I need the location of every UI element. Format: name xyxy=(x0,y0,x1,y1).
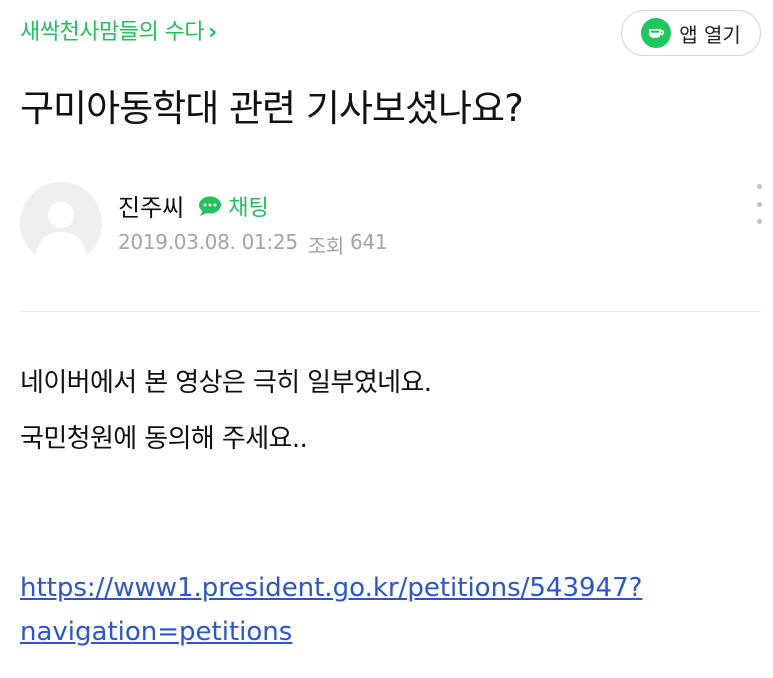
open-app-label: 앱 열기 xyxy=(679,22,741,47)
petition-link-line-1: https://www1.president.go.kr/petitions/5… xyxy=(20,573,643,603)
post-body-line-1: 네이버에서 본 영상은 극히 일부였네요. xyxy=(20,368,432,398)
petition-link-line-2: navigation=petitions xyxy=(20,617,293,647)
views-count: 641 xyxy=(349,230,388,254)
more-icon xyxy=(756,184,762,189)
views-label: 조회 xyxy=(307,234,345,258)
post-body-line-2: 국민청원에 동의해 주세요.. xyxy=(20,424,308,454)
cafe-name-link[interactable]: 새싹천사맘들의 수다 › xyxy=(20,14,217,46)
petition-link[interactable]: https://www1.president.go.kr/petitions/5… xyxy=(20,566,765,654)
divider xyxy=(20,311,761,312)
author-row: 진주씨 채팅 xyxy=(118,188,269,223)
chevron-right-icon: › xyxy=(208,20,217,45)
cafe-name: 새싹천사맘들의 수다 xyxy=(20,20,205,45)
post-date: 2019.03.08. 01:25 xyxy=(118,230,298,254)
avatar-placeholder-icon xyxy=(35,202,87,264)
author-name[interactable]: 진주씨 xyxy=(118,188,184,223)
chat-button[interactable]: 채팅 xyxy=(198,190,269,222)
chat-icon xyxy=(199,196,222,216)
app-icon xyxy=(641,18,672,48)
post-meta: 2019.03.08. 01:25 조회 641 xyxy=(118,230,388,259)
more-options-button[interactable] xyxy=(752,184,766,224)
chat-label: 채팅 xyxy=(228,195,269,221)
post-title: 구미아동학대 관련 기사보셨나요? xyxy=(20,87,524,130)
avatar[interactable] xyxy=(20,182,102,264)
open-app-button[interactable]: 앱 열기 xyxy=(621,10,761,56)
